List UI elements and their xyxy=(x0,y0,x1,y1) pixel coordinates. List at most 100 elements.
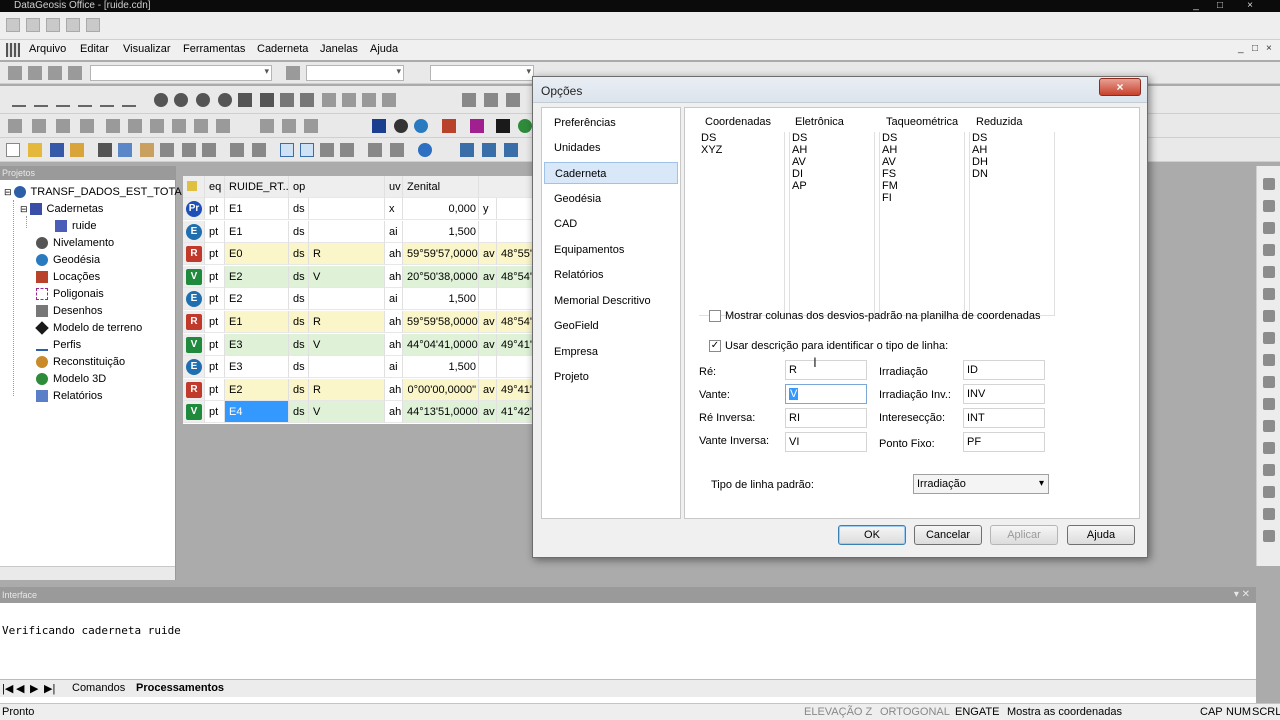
tab-next-arrow[interactable]: ▶ xyxy=(30,682,38,695)
menu-arquivo[interactable]: Arquivo xyxy=(29,43,66,55)
text-icon[interactable] xyxy=(300,93,314,107)
vante-field[interactable]: V xyxy=(785,384,867,404)
chk-desvios-box[interactable] xyxy=(709,310,721,322)
grid-cell-op[interactable]: ds xyxy=(289,401,309,424)
edit-icon[interactable] xyxy=(150,119,164,133)
project-panel-scrollbar[interactable] xyxy=(0,566,175,580)
grid-cell-op[interactable]: ds xyxy=(289,378,309,401)
compass-icon[interactable] xyxy=(394,119,408,133)
list-item[interactable]: DN xyxy=(970,168,1054,180)
help-icon[interactable] xyxy=(418,143,432,157)
grid-cell-name[interactable]: E2 xyxy=(225,378,289,401)
polyline-icon[interactable] xyxy=(470,119,484,133)
help-button[interactable]: Ajuda xyxy=(1067,525,1135,545)
grid-cell-uv[interactable]: ah xyxy=(385,311,403,333)
table-icon[interactable] xyxy=(340,143,354,157)
tab-processamentos[interactable]: Processamentos xyxy=(136,682,224,694)
grid-cell-val[interactable]: 0,000 xyxy=(403,198,479,220)
apply-button[interactable]: Aplicar xyxy=(990,525,1058,545)
tool-icon[interactable] xyxy=(1263,420,1275,432)
layer-icon[interactable] xyxy=(8,66,22,80)
dimension-icon[interactable] xyxy=(322,93,336,107)
row-icon-cell[interactable]: V xyxy=(183,333,205,356)
tree-item-ruide[interactable]: ruide xyxy=(55,218,96,234)
grid-cell-name[interactable]: E2 xyxy=(225,265,289,288)
edit-icon[interactable] xyxy=(172,119,186,133)
grid-cell-op[interactable]: ds xyxy=(289,333,309,356)
grid-cell-op2[interactable] xyxy=(309,198,385,220)
grid-cell-op[interactable]: ds xyxy=(289,311,309,333)
edit-icon[interactable] xyxy=(216,119,230,133)
grid-cell-eq[interactable]: pt xyxy=(205,243,225,266)
grid-cell-uv[interactable]: ah xyxy=(385,243,403,266)
grid-cell-extra2[interactable]: 41°42' xyxy=(497,401,535,424)
tool-icon[interactable] xyxy=(1263,310,1275,322)
grid-cell-name[interactable]: E3 xyxy=(225,333,289,356)
draw-line-icon[interactable] xyxy=(122,93,136,107)
irradiacao-inv-field[interactable]: INV xyxy=(963,384,1045,404)
grid-cell-eq[interactable]: pt xyxy=(205,288,225,311)
process-icon[interactable] xyxy=(504,143,518,157)
dimension-icon[interactable] xyxy=(382,93,396,107)
col-header-name[interactable]: RUIDE_RT... xyxy=(225,176,289,198)
minimize-button[interactable]: _ xyxy=(1186,0,1206,12)
layer-icon[interactable] xyxy=(48,66,62,80)
chk-desvios-row[interactable]: Mostrar colunas dos desvios-padrão na pl… xyxy=(709,310,1041,322)
intersecao-field[interactable]: INT xyxy=(963,408,1045,428)
tree-item-reconstituicao[interactable]: Reconstituição xyxy=(36,354,125,370)
tool-icon[interactable] xyxy=(1263,244,1275,256)
tool-icon[interactable] xyxy=(1263,222,1275,234)
grid-cell-uv[interactable]: ai xyxy=(385,356,403,379)
circle-icon[interactable] xyxy=(174,93,188,107)
list-item[interactable]: AV xyxy=(790,156,874,168)
maximize-button[interactable]: □ xyxy=(1210,0,1230,12)
grid-cell-uv[interactable]: ah xyxy=(385,265,403,288)
col-eletronica-list[interactable]: DS AH AV DI AP xyxy=(789,132,875,316)
row-icon-cell[interactable]: E xyxy=(183,288,205,311)
print-icon[interactable] xyxy=(368,143,382,157)
mdi-close-button[interactable]: × xyxy=(1266,43,1272,54)
quick-icon[interactable] xyxy=(46,18,60,32)
col-coordenadas-list[interactable]: DS XYZ xyxy=(699,132,785,316)
grid-cell-name[interactable]: E1 xyxy=(225,311,289,333)
tree-item-geodesia[interactable]: Geodésia xyxy=(36,252,100,268)
tool-icon[interactable] xyxy=(1263,442,1275,454)
grid-cell-extra2[interactable]: 49°41' xyxy=(497,378,535,401)
col-header-zenital[interactable]: Zenital xyxy=(403,176,479,198)
table-icon[interactable] xyxy=(320,143,334,157)
grid-cell-extra2[interactable] xyxy=(497,198,535,220)
nav-preferencias[interactable]: Preferências xyxy=(544,112,678,134)
view-icon[interactable] xyxy=(462,93,476,107)
mdi-restore-button[interactable]: □ xyxy=(1252,43,1258,54)
grid-cell-name[interactable]: E4 xyxy=(225,401,289,424)
grid-cell-extra[interactable]: av xyxy=(479,311,497,333)
undo-icon[interactable] xyxy=(230,143,244,157)
grid-cell-eq[interactable]: pt xyxy=(205,378,225,401)
grid-cell-uv[interactable]: x xyxy=(385,198,403,220)
list-item[interactable]: FM xyxy=(880,180,964,192)
grid-cell-extra[interactable]: av xyxy=(479,378,497,401)
menu-janelas[interactable]: Janelas xyxy=(320,43,358,55)
col-header-uv[interactable]: uv xyxy=(385,176,403,198)
layer-icon[interactable] xyxy=(68,66,82,80)
circle-icon[interactable] xyxy=(154,93,168,107)
export-icon[interactable] xyxy=(70,143,84,157)
row-icon-cell[interactable]: V xyxy=(183,401,205,424)
style-combo[interactable] xyxy=(306,65,404,81)
grid-cell-extra[interactable] xyxy=(479,356,497,379)
grid-cell-op[interactable]: ds xyxy=(289,198,309,220)
grid-cell-name[interactable]: E1 xyxy=(225,220,289,243)
nav-equipamentos[interactable]: Equipamentos xyxy=(544,239,678,261)
tool-icon[interactable] xyxy=(1263,332,1275,344)
grid-cell-extra2[interactable] xyxy=(497,288,535,311)
grid-cell-name[interactable]: E0 xyxy=(225,243,289,266)
globe-icon[interactable] xyxy=(414,119,428,133)
nav-cad[interactable]: CAD xyxy=(544,213,678,235)
quick-icon[interactable] xyxy=(86,18,100,32)
tool-icon[interactable] xyxy=(1263,486,1275,498)
grid-cell-op2[interactable]: V xyxy=(309,333,385,356)
tree-root[interactable]: ⊟ TRANSF_DADOS_EST_TOTA xyxy=(4,184,182,200)
chk-descricao-row[interactable]: ✓ Usar descrição para identificar o tipo… xyxy=(709,340,948,352)
ponto-fixo-field[interactable]: PF xyxy=(963,432,1045,452)
grid-cell-val[interactable]: 20°50'38,0000" xyxy=(403,265,479,288)
